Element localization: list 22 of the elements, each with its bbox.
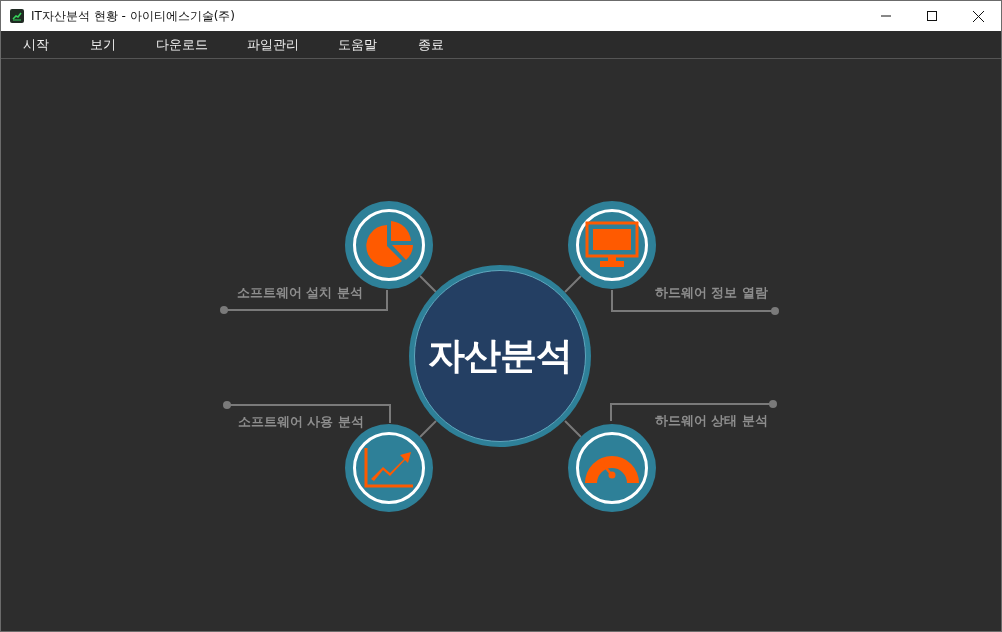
connector-line xyxy=(419,420,437,438)
trend-chart-icon xyxy=(364,448,414,488)
branch-label: 소프트웨어 설치 분석 xyxy=(237,285,363,302)
connector-line xyxy=(419,275,437,293)
connector-line xyxy=(564,275,582,293)
branch-label: 소프트웨어 사용 분석 xyxy=(238,414,364,431)
menu-item[interactable]: 다운로드 xyxy=(156,35,247,54)
menu-item[interactable]: 보기 xyxy=(90,35,156,54)
connector-line xyxy=(564,420,582,438)
close-icon xyxy=(972,10,984,22)
maximize-icon xyxy=(927,11,937,21)
app-icon xyxy=(10,9,24,23)
pie-chart-icon xyxy=(363,220,415,270)
branch-label: 하드웨어 상태 분석 xyxy=(655,413,768,430)
menu-item[interactable]: 시작 xyxy=(23,35,90,54)
window-title: IT자산분석 현황 - 아이티에스기술(주) xyxy=(31,7,236,25)
hub-label: 자산분석 xyxy=(428,333,572,379)
menu-item[interactable]: 도움말 xyxy=(338,35,418,54)
menu-item[interactable]: 종료 xyxy=(418,35,478,54)
branch-label: 하드웨어 정보 열람 xyxy=(655,285,768,302)
menu-item[interactable]: 파일관리 xyxy=(247,35,338,54)
monitor-icon xyxy=(585,221,639,269)
